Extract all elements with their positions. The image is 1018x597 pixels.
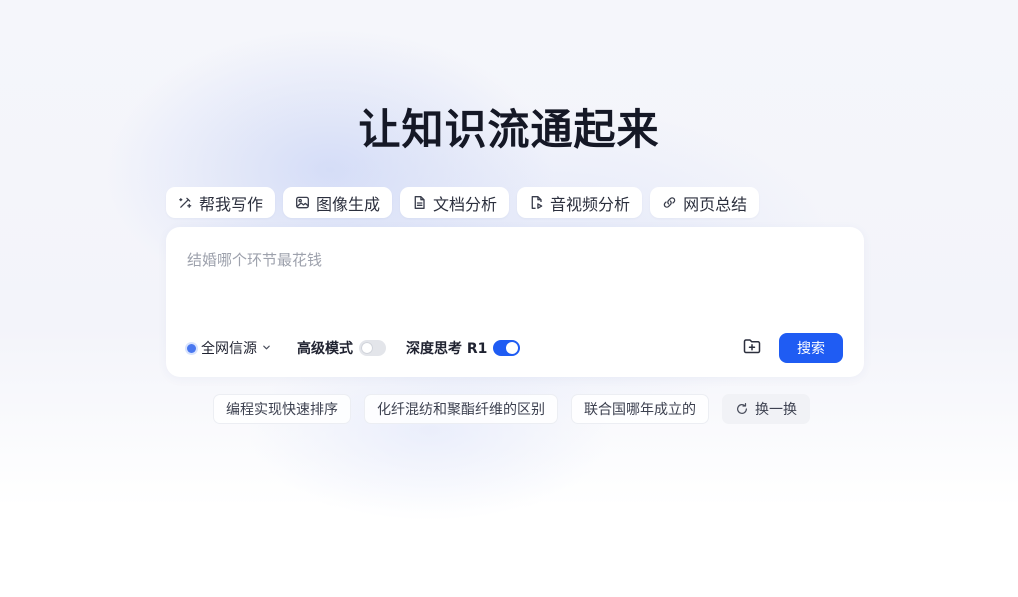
link-icon bbox=[662, 195, 677, 210]
folder-plus-icon bbox=[742, 336, 762, 360]
search-options-row: 全网信源 高级模式 深度思考 R1 bbox=[187, 337, 521, 359]
tool-chip-bar: 帮我写作 图像生成 文档分析 音视频分析 网页总结 bbox=[166, 187, 760, 218]
search-button[interactable]: 搜索 bbox=[779, 333, 843, 363]
suggestion-list: 编程实现快速排序 化纤混纺和聚酯纤维的区别 联合国哪年成立的 换一换 bbox=[213, 394, 810, 424]
upload-folder-button[interactable] bbox=[741, 337, 763, 359]
chevron-down-icon bbox=[262, 340, 271, 356]
tool-chip-webpage[interactable]: 网页总结 bbox=[650, 187, 760, 218]
deep-think-mode: 深度思考 R1 bbox=[406, 338, 521, 358]
refresh-icon bbox=[735, 402, 749, 416]
source-select[interactable]: 全网信源 bbox=[187, 338, 271, 358]
refresh-suggestions-button[interactable]: 换一换 bbox=[722, 394, 810, 424]
source-select-label: 全网信源 bbox=[201, 341, 257, 357]
tool-chip-label: 文档分析 bbox=[433, 194, 498, 214]
source-indicator-dot bbox=[187, 343, 196, 353]
tool-chip-label: 网页总结 bbox=[683, 194, 748, 214]
tool-chip-audio-video[interactable]: 音视频分析 bbox=[517, 187, 643, 218]
document-icon bbox=[412, 195, 427, 210]
tool-chip-label: 图像生成 bbox=[316, 194, 381, 214]
suggestion-chip[interactable]: 化纤混纺和聚酯纤维的区别 bbox=[364, 394, 558, 424]
refresh-label: 换一换 bbox=[755, 402, 797, 418]
query-input[interactable] bbox=[187, 251, 827, 269]
page-title: 让知识流通起来 bbox=[358, 105, 660, 154]
suggestion-chip[interactable]: 编程实现快速排序 bbox=[213, 394, 351, 424]
advanced-mode-label: 高级模式 bbox=[297, 341, 353, 357]
tool-chip-label: 帮我写作 bbox=[199, 194, 264, 214]
tool-chip-image[interactable]: 图像生成 bbox=[283, 187, 393, 218]
deep-think-label: 深度思考 R1 bbox=[406, 341, 488, 357]
toggle-knob bbox=[361, 342, 373, 354]
pen-sparkle-icon bbox=[178, 195, 193, 210]
tool-chip-writing[interactable]: 帮我写作 bbox=[166, 187, 276, 218]
advanced-mode-toggle[interactable] bbox=[359, 340, 386, 356]
search-box: 全网信源 高级模式 深度思考 R1 bbox=[166, 227, 864, 377]
advanced-mode: 高级模式 bbox=[297, 338, 386, 358]
deep-think-toggle[interactable] bbox=[493, 340, 521, 356]
tool-chip-document[interactable]: 文档分析 bbox=[400, 187, 510, 218]
toggle-knob bbox=[506, 342, 519, 354]
image-icon bbox=[295, 195, 310, 210]
suggestion-chip[interactable]: 联合国哪年成立的 bbox=[571, 394, 709, 424]
tool-chip-label: 音视频分析 bbox=[550, 194, 631, 214]
audio-video-file-icon bbox=[529, 195, 544, 210]
